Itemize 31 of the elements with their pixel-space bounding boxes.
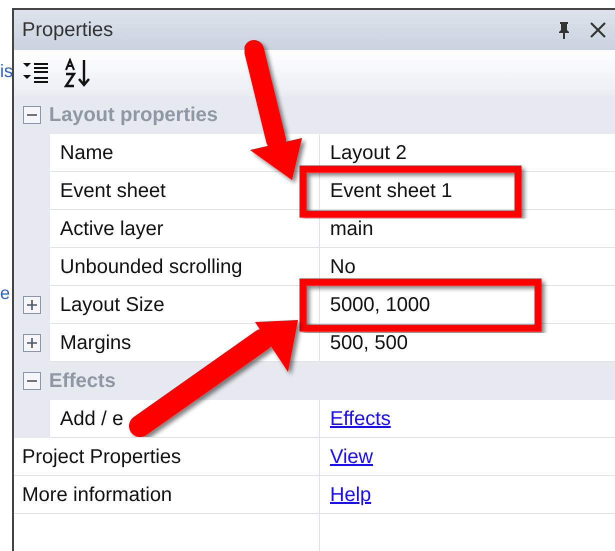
property-link[interactable]: Effects	[330, 404, 391, 434]
property-name: Name	[60, 140, 114, 166]
expand-icon[interactable]	[23, 334, 41, 352]
property-value: Layout 2	[330, 140, 407, 166]
collapse-icon[interactable]	[23, 372, 41, 390]
categorized-view-icon[interactable]	[22, 60, 50, 86]
property-name: Active layer	[60, 216, 164, 242]
property-value: main	[330, 216, 374, 242]
pin-icon[interactable]	[557, 21, 571, 39]
group-header: Layout properties	[49, 103, 218, 128]
property-value: No	[330, 254, 356, 280]
property-name: Add / e	[60, 406, 124, 432]
property-link[interactable]: View	[330, 442, 373, 472]
property-link[interactable]: Help	[330, 480, 372, 510]
property-value: Event sheet 1	[330, 178, 452, 204]
close-icon[interactable]	[589, 21, 607, 39]
sort-az-icon[interactable]	[64, 58, 92, 88]
property-name: Margins	[60, 330, 132, 356]
property-value: 5000, 1000	[330, 292, 430, 318]
property-name: Event sheet	[60, 178, 166, 204]
property-name: Layout Size	[60, 292, 165, 318]
panel-title: Properties	[22, 18, 114, 43]
property-name: Unbounded scrolling	[60, 254, 242, 280]
background-text: e	[0, 284, 10, 302]
property-value: 500, 500	[330, 330, 408, 356]
property-name: Project Properties	[22, 444, 181, 470]
collapse-icon[interactable]	[23, 106, 41, 124]
group-header: Effects	[49, 369, 116, 394]
expand-icon[interactable]	[23, 296, 41, 314]
background-text: is	[0, 62, 13, 80]
property-name: More information	[22, 482, 172, 508]
